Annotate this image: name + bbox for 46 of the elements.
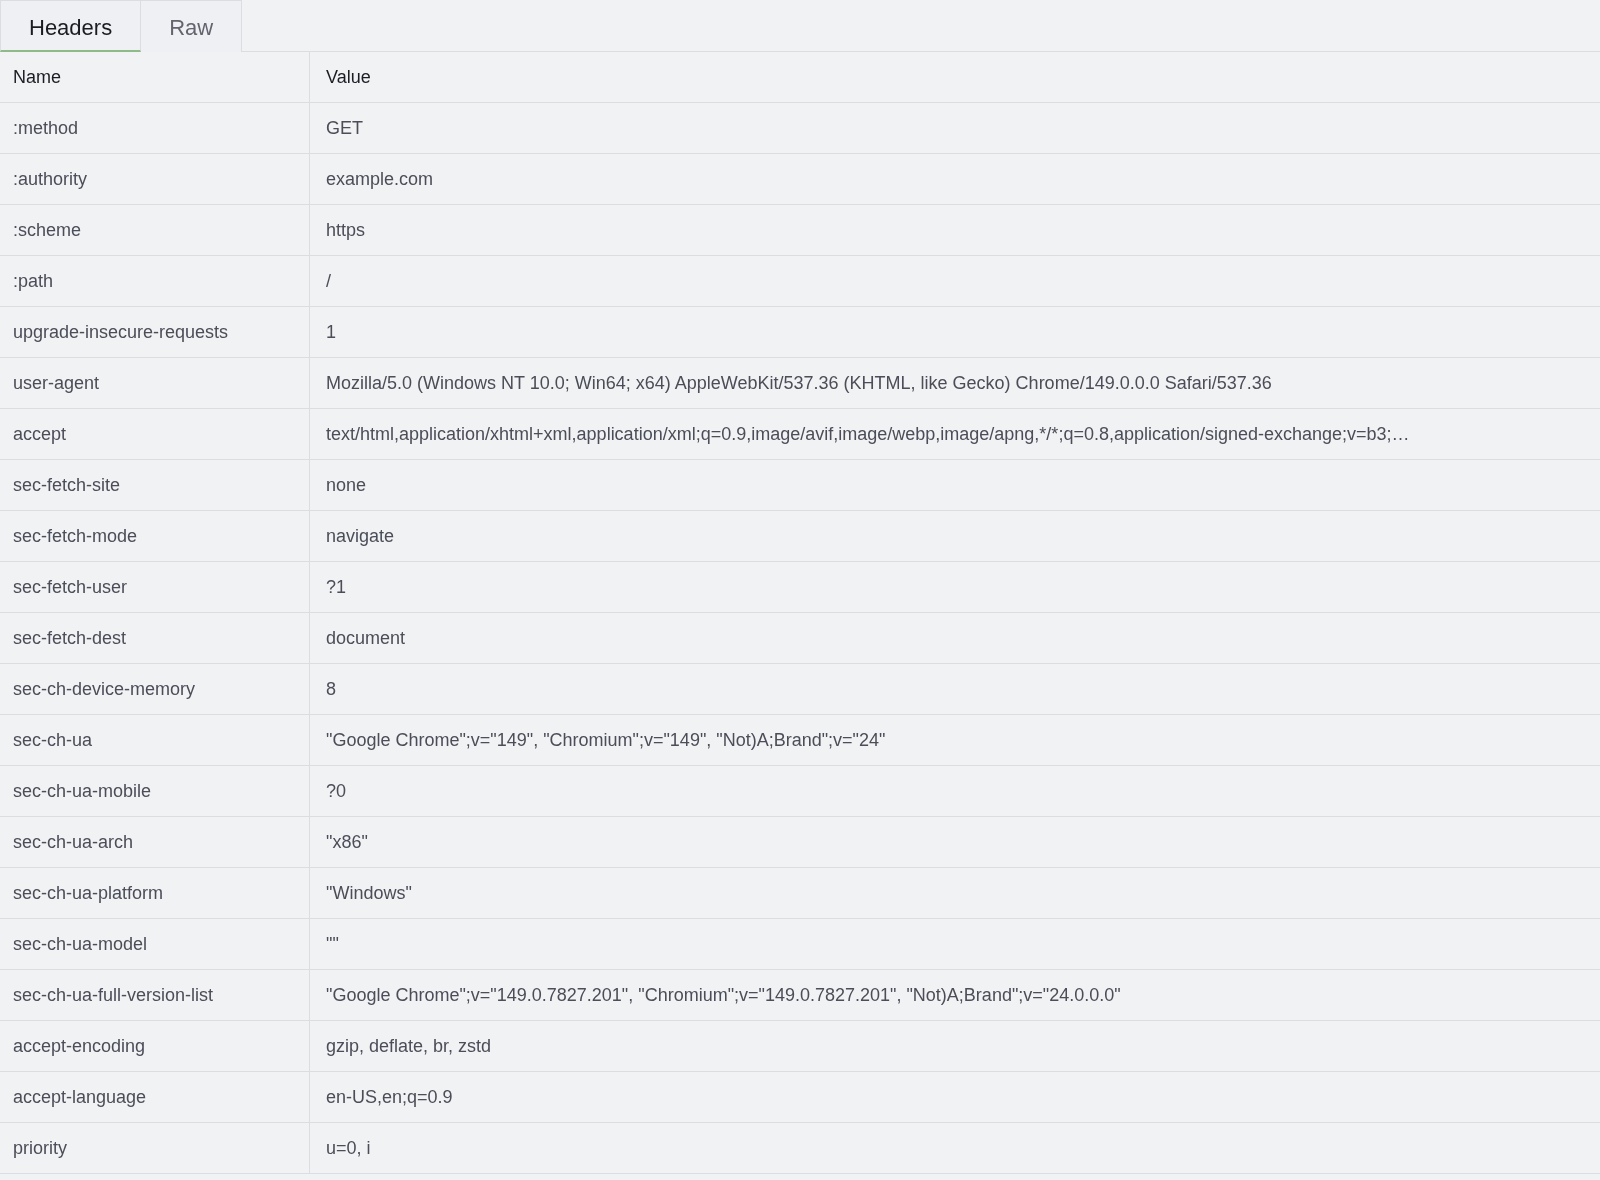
header-name: sec-ch-ua-platform [0, 868, 310, 919]
header-name: accept [0, 409, 310, 460]
header-name: accept-language [0, 1072, 310, 1123]
tab[interactable]: Raw [141, 0, 243, 52]
header-name: sec-ch-ua-model [0, 919, 310, 970]
header-value: "" [310, 919, 1600, 970]
header-name: :path [0, 256, 310, 307]
header-value: text/html,application/xhtml+xml,application/xml;q=0.9,image/avif,image/webp,image/apng,*/*;q=0.8,application/signed-exchange;v=b3;… [310, 409, 1600, 460]
column-header: Name [0, 52, 310, 103]
header-name: priority [0, 1123, 310, 1174]
header-name: accept-encoding [0, 1021, 310, 1072]
header-name: sec-ch-ua-mobile [0, 766, 310, 817]
header-value: navigate [310, 511, 1600, 562]
header-value: 8 [310, 664, 1600, 715]
header-name: sec-ch-ua-arch [0, 817, 310, 868]
header-value: "Windows" [310, 868, 1600, 919]
header-name: :authority [0, 154, 310, 205]
header-value: example.com [310, 154, 1600, 205]
header-value: gzip, deflate, br, zstd [310, 1021, 1600, 1072]
header-value: "x86" [310, 817, 1600, 868]
header-value: https [310, 205, 1600, 256]
header-name: :scheme [0, 205, 310, 256]
header-value: u=0, i [310, 1123, 1600, 1174]
header-name: sec-fetch-mode [0, 511, 310, 562]
column-header: Value [310, 52, 1600, 103]
tab[interactable]: Headers [0, 0, 142, 52]
header-name: sec-ch-ua [0, 715, 310, 766]
header-name: sec-ch-device-memory [0, 664, 310, 715]
header-value: ?1 [310, 562, 1600, 613]
header-name: :method [0, 103, 310, 154]
header-name: sec-fetch-user [0, 562, 310, 613]
header-value: 1 [310, 307, 1600, 358]
header-value: / [310, 256, 1600, 307]
header-value: "Google Chrome";v="149.0.7827.201", "Chromium";v="149.0.7827.201", "Not)A;Brand";v="24.0.0.0" [310, 970, 1600, 1021]
header-value: "Google Chrome";v="149", "Chromium";v="149", "Not)A;Brand";v="24" [310, 715, 1600, 766]
header-value: en-US,en;q=0.9 [310, 1072, 1600, 1123]
header-value: Mozilla/5.0 (Windows NT 10.0; Win64; x64) AppleWebKit/537.36 (KHTML, like Gecko) Chrome/149.0.0.0 Safari/537.36 [310, 358, 1600, 409]
header-name: sec-fetch-dest [0, 613, 310, 664]
header-value: GET [310, 103, 1600, 154]
header-name: upgrade-insecure-requests [0, 307, 310, 358]
header-value: ?0 [310, 766, 1600, 817]
header-name: user-agent [0, 358, 310, 409]
header-name: sec-fetch-site [0, 460, 310, 511]
header-value: document [310, 613, 1600, 664]
header-value: none [310, 460, 1600, 511]
header-name: sec-ch-ua-full-version-list [0, 970, 310, 1021]
